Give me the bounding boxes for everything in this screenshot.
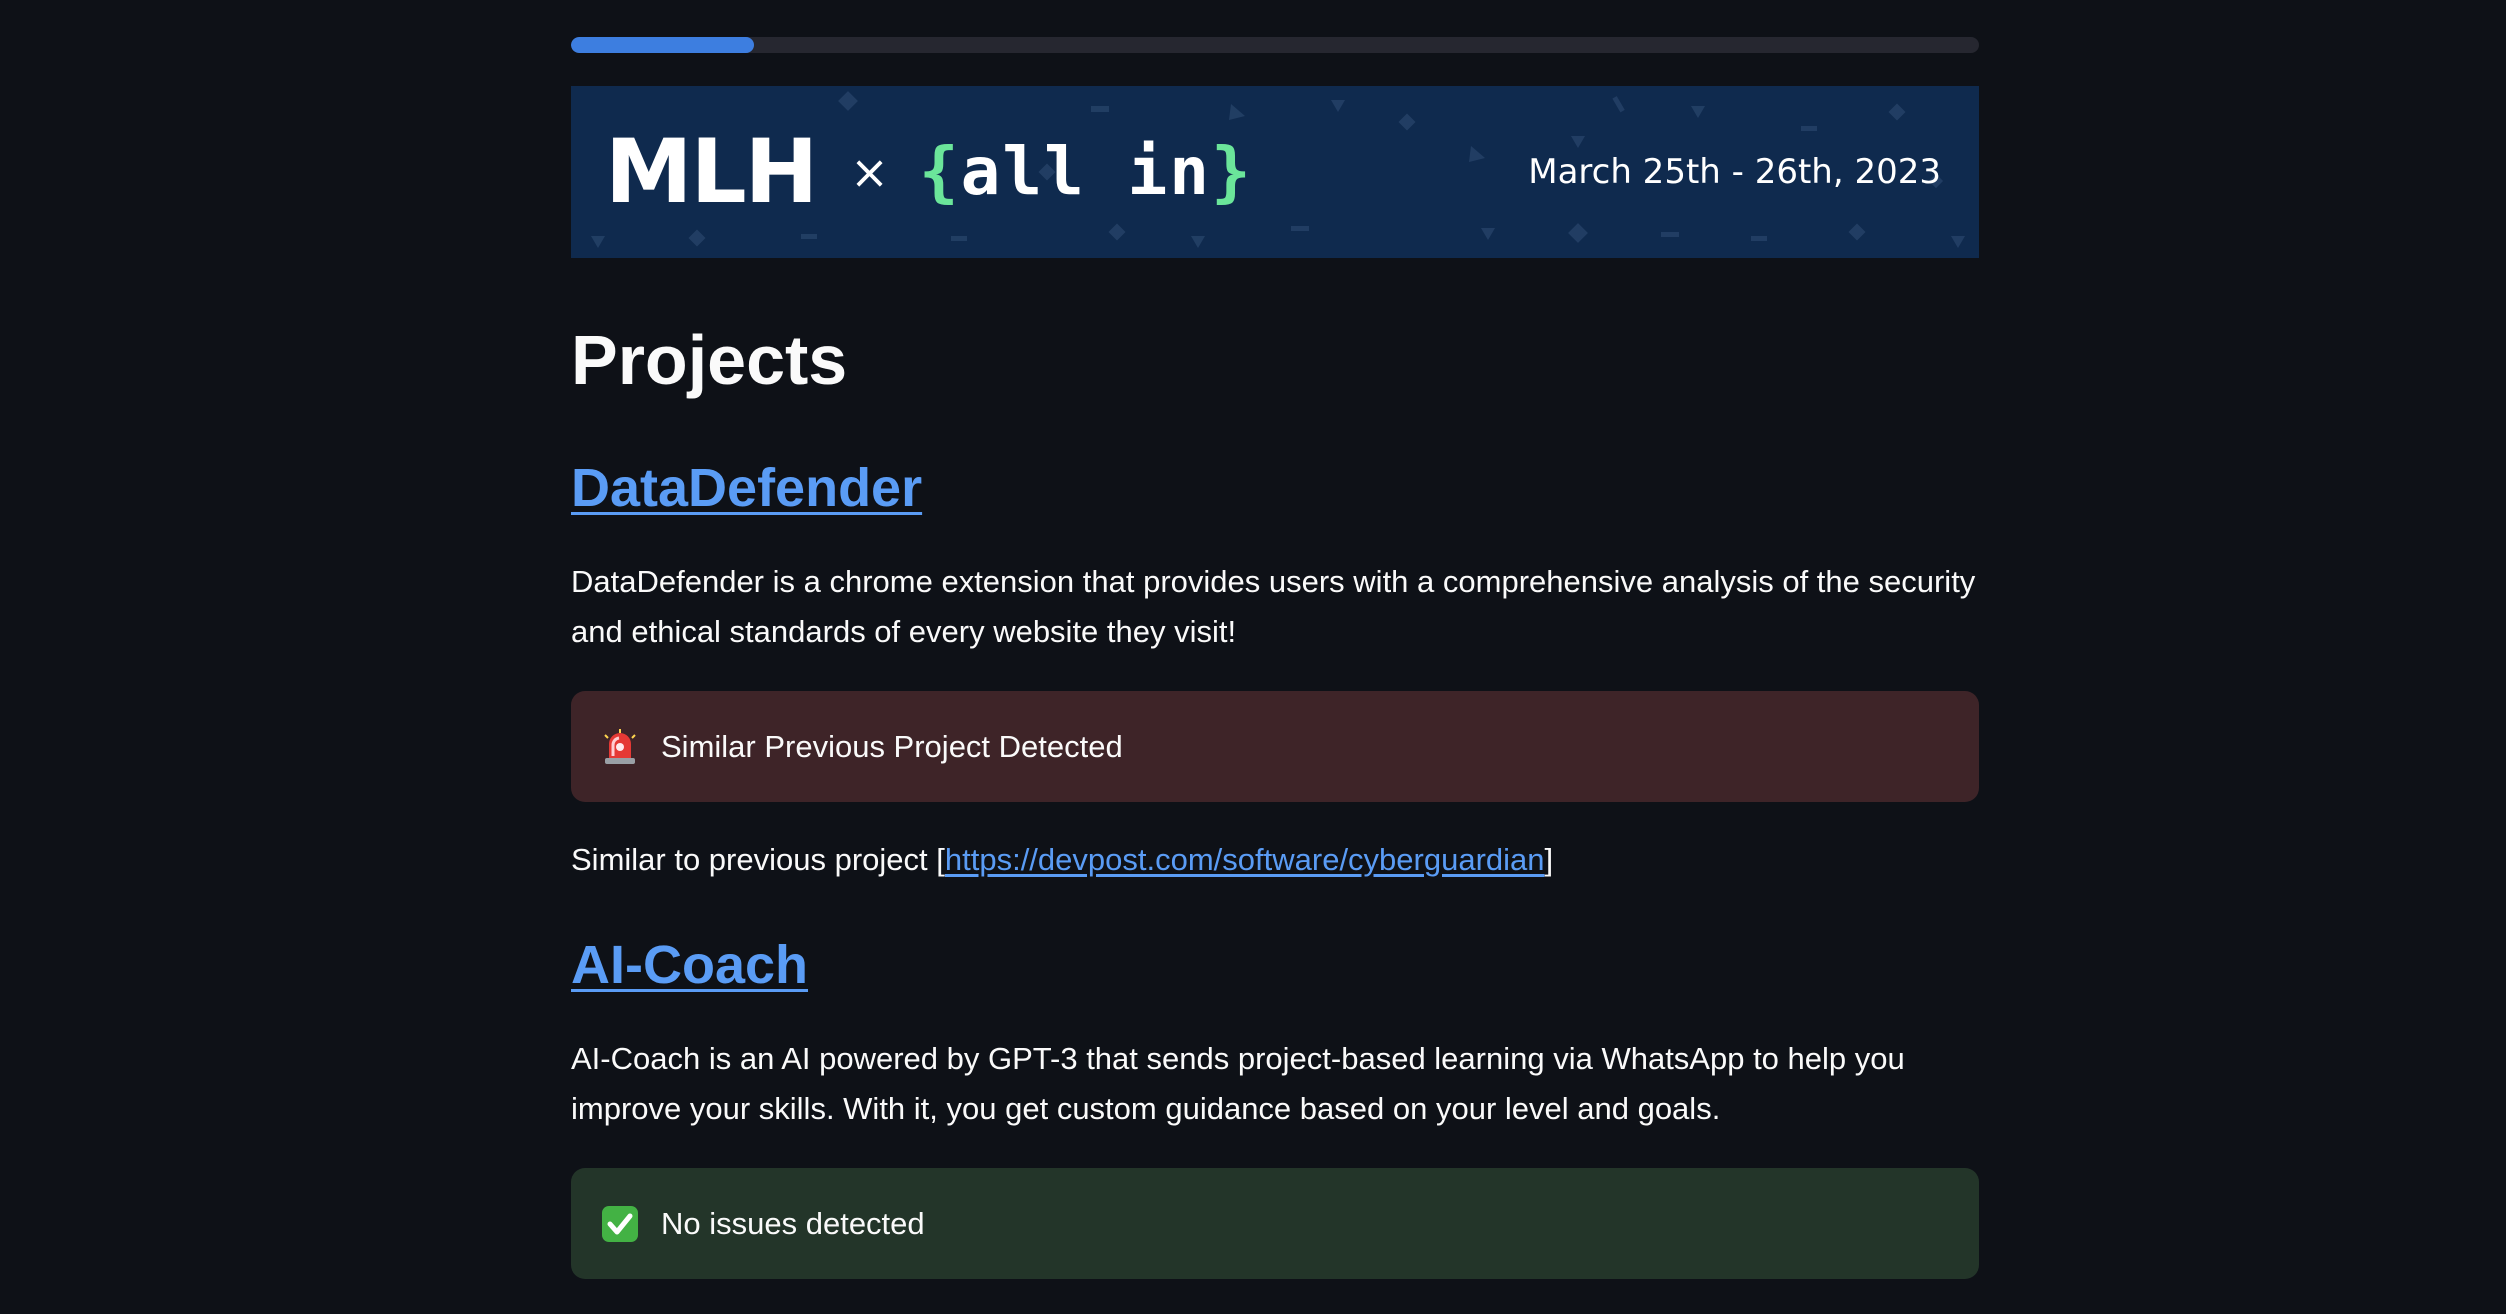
project-description-datadefender: DataDefender is a chrome extension that … [571, 564, 1976, 649]
progress-bar [571, 37, 1979, 53]
mlh-logo-text: MLH [605, 120, 818, 223]
project-title-link-datadefender[interactable]: DataDefender [571, 456, 922, 521]
check-mark-icon [601, 1205, 639, 1243]
event-date: March 25th - 26th, 2023 [1528, 152, 1941, 192]
siren-icon [601, 728, 639, 766]
all-in-word: all in [960, 133, 1212, 210]
all-in-logo-text: {all in} [919, 139, 1253, 205]
project-description-ai-coach: AI-Coach is an AI powered by GPT-3 that … [571, 1041, 1905, 1126]
similar-suffix: ] [1544, 842, 1554, 877]
similar-project-link[interactable]: https://devpost.com/software/cyberguardi… [945, 842, 1545, 877]
no-issues-alert: No issues detected [571, 1168, 1979, 1279]
mlh-all-in-logo: MLH × {all in} [605, 126, 1253, 218]
alert-text: No issues detected [661, 1205, 925, 1241]
alert-text: Similar Previous Project Detected [661, 728, 1123, 764]
open-brace: { [918, 133, 961, 210]
similar-project-line: Similar to previous project [https://dev… [571, 840, 1553, 880]
similar-project-alert: Similar Previous Project Detected [571, 691, 1979, 802]
times-symbol: × [850, 145, 889, 199]
project-title-link-ai-coach[interactable]: AI-Coach [571, 933, 808, 998]
similar-prefix: Similar to previous project [ [571, 842, 945, 877]
event-banner: MLH × {all in} March 25th - 26th, 2023 [571, 86, 1979, 258]
close-brace: } [1211, 133, 1253, 210]
progress-bar-fill [571, 37, 755, 53]
page-title: Projects [571, 321, 848, 399]
